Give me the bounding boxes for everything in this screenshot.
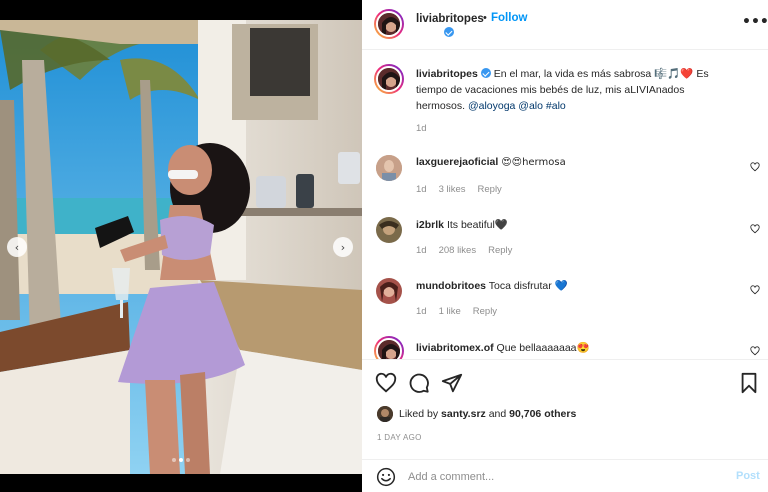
comment-avatar[interactable] — [376, 155, 402, 181]
caption: liviabritopes En el mar, la vida es más … — [416, 66, 736, 114]
comment-meta: 1d 1 like Reply — [416, 306, 497, 317]
comment-likes[interactable]: 1 like — [439, 306, 461, 317]
post-header: liviabritopes • Follow ••• — [362, 0, 768, 50]
comment-avatar[interactable] — [374, 336, 404, 359]
comment-icon[interactable] — [408, 372, 430, 394]
comment-time: 1d — [416, 306, 427, 317]
carousel-dot — [172, 458, 176, 462]
likes-count[interactable]: 90,706 others — [509, 408, 576, 420]
liker-username[interactable]: santy.srz — [441, 408, 486, 420]
comment-meta: 1d 208 likes Reply — [416, 245, 512, 256]
comment-avatar[interactable] — [376, 217, 402, 243]
reply-button[interactable]: Reply — [478, 184, 502, 195]
heart-icon[interactable] — [375, 372, 397, 394]
comment-text: 😍😍hermosa — [501, 157, 566, 168]
comment-username[interactable]: i2brlk — [416, 219, 444, 231]
comments-list[interactable]: liviabritopes En el mar, la vida es más … — [362, 51, 768, 359]
comment-username[interactable]: liviabritomex.of — [416, 342, 494, 354]
comment-meta: 1d 3 likes Reply — [416, 184, 502, 195]
likes-joiner: and — [488, 408, 507, 420]
post-photo[interactable] — [0, 20, 362, 474]
comment-time: 1d — [416, 184, 427, 195]
follow-button[interactable]: Follow — [491, 12, 527, 24]
carousel-dot-active — [179, 458, 183, 462]
heart-icon[interactable] — [750, 285, 760, 295]
comment: laxguerejaoficial 😍😍hermosa — [416, 156, 566, 168]
separator-dot: • — [483, 12, 487, 24]
author-avatar[interactable] — [374, 9, 404, 39]
post-media: ‹ › — [0, 0, 362, 492]
carousel-indicator — [172, 458, 190, 462]
carousel-next-button[interactable]: › — [333, 237, 353, 257]
chevron-left-icon: ‹ — [14, 240, 20, 254]
comment-username[interactable]: mundobritoes — [416, 280, 486, 292]
heart-icon[interactable] — [750, 224, 760, 234]
comment: i2brlk Its beatiful🖤 — [416, 218, 508, 231]
post-actions: Liked by santy.srz and 90,706 others 1 D… — [362, 359, 768, 459]
likes-summary: Liked by santy.srz and 90,706 others — [399, 408, 576, 420]
chevron-right-icon: › — [340, 240, 346, 254]
caption-tags[interactable]: @aloyoga @alo #alo — [468, 100, 566, 112]
more-icon[interactable]: ••• — [742, 14, 768, 30]
comment-likes[interactable]: 208 likes — [439, 245, 477, 256]
liker-avatar[interactable] — [377, 406, 393, 422]
carousel-prev-button[interactable]: ‹ — [7, 237, 27, 257]
reply-button[interactable]: Reply — [488, 245, 512, 256]
bookmark-icon[interactable] — [738, 372, 760, 394]
reply-button[interactable]: Reply — [473, 306, 497, 317]
comment-input[interactable] — [408, 468, 708, 486]
post-comment-button[interactable]: Post — [736, 470, 760, 482]
comment-text: Toca disfrutar 💙 — [488, 280, 568, 292]
caption-avatar[interactable] — [374, 64, 404, 94]
comment-text: Que bellaaaaaaa😍 — [496, 342, 590, 354]
comment: mundobritoes Toca disfrutar 💙 — [416, 279, 568, 292]
post-timestamp: 1 DAY AGO — [377, 433, 422, 442]
comment-avatar[interactable] — [376, 278, 402, 304]
comment-time: 1d — [416, 245, 427, 256]
caption-time: 1d — [416, 123, 427, 134]
verified-icon — [444, 27, 454, 37]
comment-text: Its beatiful🖤 — [446, 219, 508, 231]
comment-likes[interactable]: 3 likes — [439, 184, 466, 195]
comment: liviabritomex.of Que bellaaaaaaa😍 — [416, 341, 590, 354]
caption-username[interactable]: liviabritopes — [416, 68, 478, 80]
post-side-panel: liviabritopes • Follow ••• liviabritopes… — [362, 0, 768, 492]
carousel-dot — [186, 458, 190, 462]
comment-username[interactable]: laxguerejaoficial — [416, 156, 498, 168]
author-username[interactable]: liviabritopes — [416, 13, 484, 25]
emoji-icon[interactable] — [376, 467, 396, 487]
heart-icon[interactable] — [750, 346, 760, 356]
verified-icon — [480, 68, 491, 78]
likes-prefix: Liked by — [399, 408, 439, 420]
heart-icon[interactable] — [750, 162, 760, 172]
add-comment-bar: Post — [362, 459, 768, 492]
share-icon[interactable] — [441, 372, 463, 394]
